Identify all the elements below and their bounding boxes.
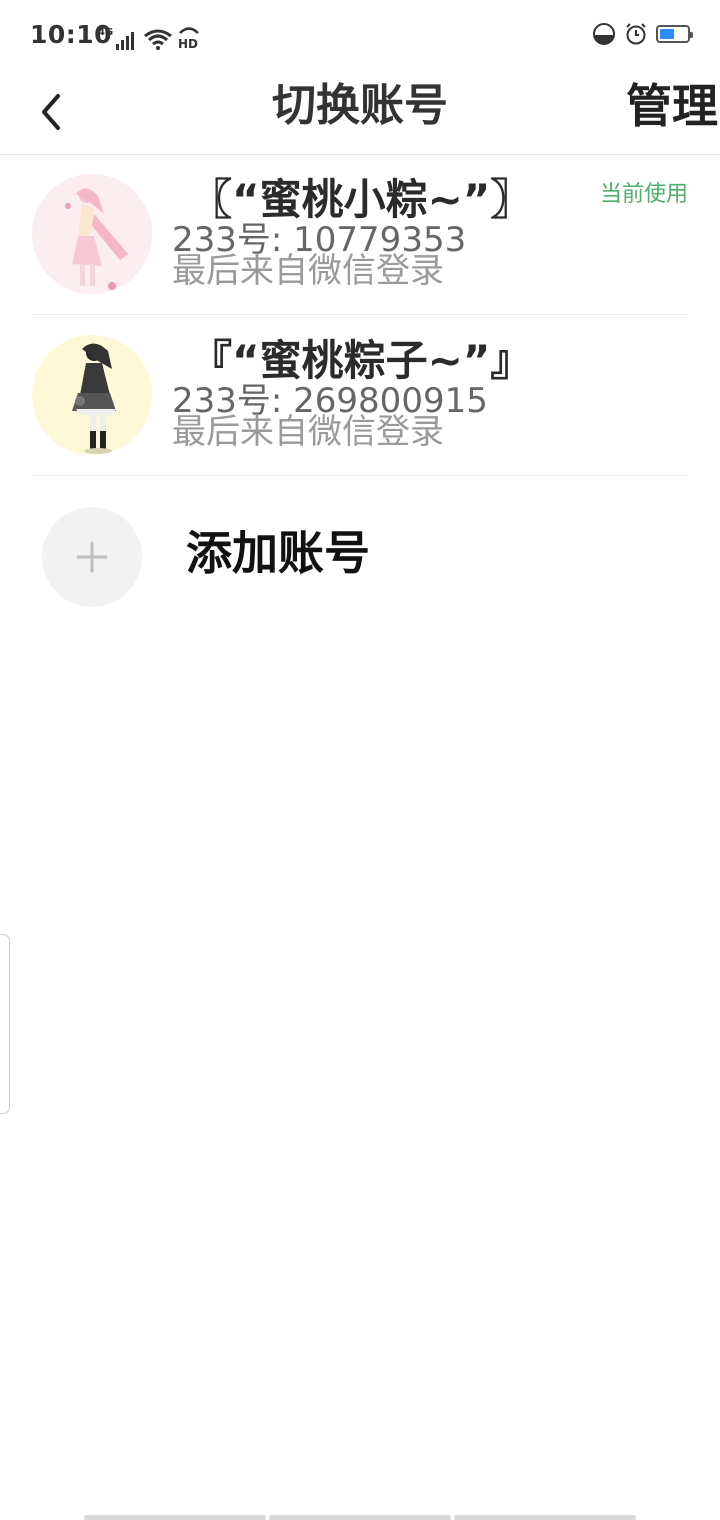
- avatar-image: [32, 174, 152, 294]
- gesture-bar[interactable]: [84, 1515, 636, 1520]
- avatar-image: [32, 335, 152, 455]
- gesture-segment: [269, 1515, 451, 1520]
- account-item[interactable]: 〖“蜜桃小粽~”〗 233号: 10779353 最后来自微信登录 当前使用: [32, 154, 688, 315]
- wifi-icon: [144, 29, 173, 50]
- do-not-disturb-icon: [593, 23, 615, 45]
- account-name: 『“蜜桃粽子~”』: [190, 336, 533, 385]
- current-badge: 当前使用: [599, 182, 688, 207]
- account-item[interactable]: 『“蜜桃粽子~”』 233号: 269800915 最后来自微信登录: [32, 315, 688, 476]
- signal-icon: [116, 32, 135, 50]
- status-right-icons: [592, 22, 693, 46]
- add-account-label: 添加账号: [186, 526, 370, 580]
- side-drawer-handle[interactable]: [0, 934, 10, 1114]
- battery-icon: [656, 25, 693, 43]
- header-bar: 切换账号 管理: [0, 72, 720, 155]
- account-last-login: 最后来自微信登录: [172, 251, 444, 291]
- account-last-login: 最后来自微信登录: [172, 412, 444, 452]
- avatar: [32, 335, 152, 455]
- account-name: 〖“蜜桃小粽~”〗: [190, 175, 533, 224]
- alarm-icon: [626, 23, 646, 45]
- page-title: 切换账号: [272, 80, 448, 131]
- gesture-segment: [454, 1515, 636, 1520]
- wifi-hd-icon: HD: [178, 27, 200, 50]
- status-bar: 10:10 4G HD: [0, 0, 720, 72]
- network-type: 4G: [98, 27, 114, 38]
- plus-icon: [76, 541, 108, 573]
- avatar: [32, 174, 152, 294]
- add-account-button[interactable]: [42, 507, 142, 607]
- wifi-hd-label: HD: [178, 37, 198, 50]
- status-left-icons: 4G HD: [98, 24, 202, 50]
- add-account-row[interactable]: 添加账号: [32, 477, 688, 637]
- manage-button[interactable]: 管理: [626, 76, 718, 136]
- gesture-segment: [84, 1515, 266, 1520]
